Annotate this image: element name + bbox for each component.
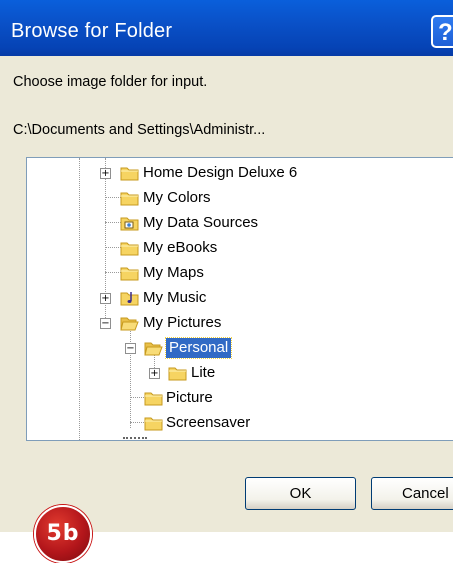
tree-item-my-pictures[interactable]: − My Pictures xyxy=(27,313,453,335)
folder-icon xyxy=(120,267,139,281)
tree-item-personal[interactable]: − Personal xyxy=(27,337,453,360)
tree-item-label: My eBooks xyxy=(143,239,218,256)
folder-icon xyxy=(120,192,139,206)
tree-item-my-maps[interactable]: My Maps xyxy=(27,263,453,285)
ok-button[interactable]: OK xyxy=(245,477,356,510)
tree-item-label: My Data Sources xyxy=(143,214,259,231)
tree-item-label: My Music xyxy=(143,289,207,306)
tree-item-label: My Pictures xyxy=(143,314,222,331)
folder-icon xyxy=(120,242,139,256)
step-badge: 5b xyxy=(34,505,92,563)
tree-item-label: Home Design Deluxe 6 xyxy=(143,164,298,181)
tree-item-label: My Maps xyxy=(143,264,204,281)
instruction-text: Choose image folder for input. xyxy=(13,74,208,90)
current-path-text: C:\Documents and Settings\Administr... xyxy=(13,122,266,138)
tree-item-label: My Colors xyxy=(143,189,211,206)
folder-icon xyxy=(144,392,163,406)
help-button[interactable]: ? xyxy=(431,15,453,48)
tree-item-label: Screensaver xyxy=(166,414,251,431)
tree-item-home-design-deluxe-6[interactable]: + Home Design Deluxe 6 xyxy=(27,163,453,185)
title-bar[interactable]: Browse for Folder ? xyxy=(0,0,453,56)
browse-for-folder-dialog: Browse for Folder ? Choose image folder … xyxy=(0,0,453,532)
data-sources-folder-icon xyxy=(120,217,139,231)
tree-item-label: Picture xyxy=(166,389,213,406)
window-title: Browse for Folder xyxy=(11,20,173,42)
tree-item-picture[interactable]: Picture xyxy=(27,388,453,410)
tree-partial-row xyxy=(123,437,147,439)
collapse-icon[interactable]: − xyxy=(100,318,111,329)
folder-tree[interactable]: + Home Design Deluxe 6 My Colors My Data… xyxy=(26,157,453,441)
tree-item-my-music[interactable]: + My Music xyxy=(27,288,453,310)
tree-item-my-ebooks[interactable]: My eBooks xyxy=(27,238,453,260)
tree-item-screensaver[interactable]: Screensaver xyxy=(27,413,453,435)
tree-item-label-selected: Personal xyxy=(164,337,233,359)
tree-item-my-data-sources[interactable]: My Data Sources xyxy=(27,213,453,235)
folder-icon xyxy=(144,417,163,431)
open-folder-icon xyxy=(144,342,163,356)
folder-icon xyxy=(120,167,139,181)
tree-item-label: Lite xyxy=(191,364,216,381)
tree-item-lite[interactable]: + Lite xyxy=(27,363,453,385)
music-folder-icon xyxy=(120,292,139,306)
expand-icon[interactable]: + xyxy=(149,368,160,379)
folder-icon xyxy=(168,367,187,381)
expand-icon[interactable]: + xyxy=(100,168,111,179)
open-folder-icon xyxy=(120,317,139,331)
cancel-button[interactable]: Cancel xyxy=(371,477,453,510)
collapse-icon[interactable]: − xyxy=(125,343,136,354)
expand-icon[interactable]: + xyxy=(100,293,111,304)
tree-item-my-colors[interactable]: My Colors xyxy=(27,188,453,210)
